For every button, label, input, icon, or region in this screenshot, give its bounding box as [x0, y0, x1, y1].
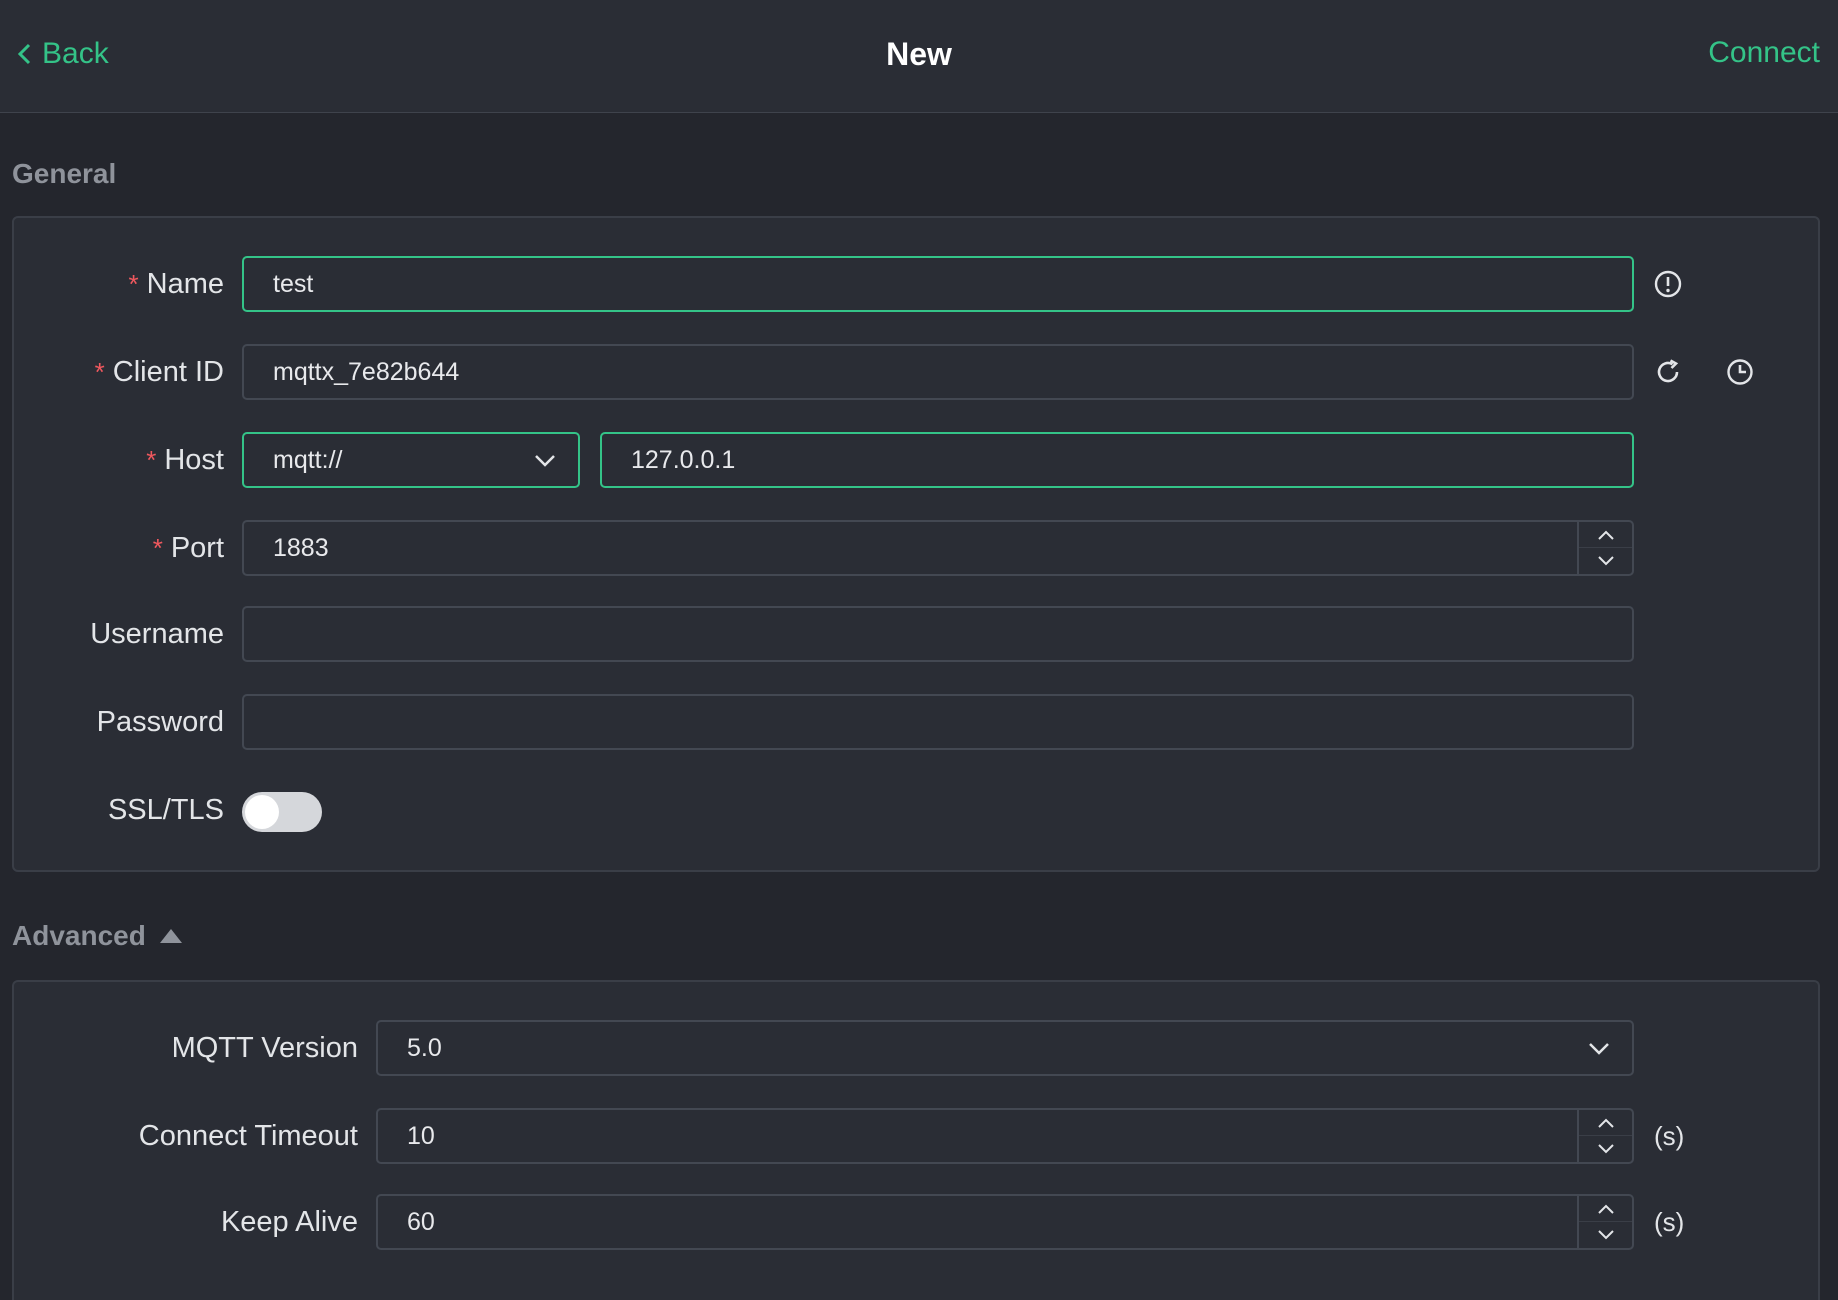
- chevron-up-icon: [1597, 1118, 1614, 1128]
- keep-alive-unit: (s): [1654, 1207, 1685, 1237]
- port-increment-button[interactable]: [1579, 522, 1632, 548]
- connect-timeout-decrement-button[interactable]: [1579, 1136, 1632, 1162]
- keep-alive-stepper: [1577, 1196, 1632, 1248]
- chevron-down-icon: [1597, 1144, 1614, 1154]
- connect-timeout-row: Connect Timeout 10 (s): [14, 1108, 1818, 1164]
- mqtt-version-row: MQTT Version 5.0: [14, 1020, 1818, 1076]
- host-row: * Host mqtt:// 127.0.0.1: [14, 432, 1818, 488]
- connect-button[interactable]: Connect: [1708, 36, 1820, 70]
- host-label: * Host: [146, 444, 224, 476]
- connect-timeout-input[interactable]: 10: [376, 1108, 1634, 1164]
- client-id-row: * Client ID mqttx_7e82b644: [14, 344, 1818, 400]
- chevron-up-icon: [1597, 1204, 1614, 1214]
- keep-alive-row: Keep Alive 60 (s): [14, 1194, 1818, 1250]
- connect-timeout-increment-button[interactable]: [1579, 1110, 1632, 1136]
- general-section-title: General: [12, 158, 116, 190]
- name-row: * Name test: [14, 256, 1818, 312]
- connect-timeout-value: 10: [407, 1122, 435, 1150]
- keep-alive-decrement-button[interactable]: [1579, 1222, 1632, 1248]
- chevron-down-icon: [1597, 1230, 1614, 1240]
- mqtt-version-select[interactable]: 5.0: [376, 1020, 1634, 1076]
- protocol-select[interactable]: mqtt://: [242, 432, 580, 488]
- port-value: 1883: [273, 534, 329, 562]
- keep-alive-label: Keep Alive: [220, 1206, 358, 1238]
- info-icon[interactable]: [1652, 268, 1684, 300]
- connect-timeout-stepper: [1577, 1110, 1632, 1162]
- caret-up-icon: [159, 929, 182, 943]
- general-title-text: General: [12, 158, 117, 189]
- advanced-section-toggle[interactable]: Advanced: [12, 920, 182, 952]
- history-icon[interactable]: [1724, 356, 1756, 388]
- host-input[interactable]: 127.0.0.1: [600, 432, 1634, 488]
- ssl-toggle[interactable]: [242, 792, 322, 832]
- client-id-label: * Client ID: [94, 356, 224, 388]
- chevron-down-icon: [1597, 556, 1614, 566]
- password-label: Password: [96, 706, 224, 738]
- username-label: Username: [90, 618, 224, 650]
- chevron-down-icon: [535, 455, 555, 467]
- name-label: * Name: [128, 268, 224, 300]
- mqtt-version-value: 5.0: [407, 1034, 442, 1062]
- ssl-label: SSL/TLS: [107, 794, 224, 826]
- port-input[interactable]: 1883: [242, 520, 1634, 576]
- port-decrement-button[interactable]: [1579, 548, 1632, 574]
- port-label: * Port: [152, 532, 224, 564]
- keep-alive-value: 60: [407, 1208, 435, 1236]
- client-id-input[interactable]: mqttx_7e82b644: [242, 344, 1634, 400]
- chevron-up-icon: [1597, 530, 1614, 540]
- password-input[interactable]: [242, 694, 1634, 750]
- connect-timeout-label: Connect Timeout: [138, 1120, 358, 1152]
- advanced-title-text: Advanced: [12, 920, 146, 951]
- toggle-knob: [245, 795, 279, 829]
- general-panel: * Name test * Client ID mqttx_7e82b644 * Ho…: [12, 216, 1820, 872]
- username-row: Username: [14, 606, 1818, 662]
- chevron-down-icon: [1589, 1043, 1609, 1055]
- username-input[interactable]: [242, 606, 1634, 662]
- name-input[interactable]: test: [242, 256, 1634, 312]
- top-bar: Back New Connect: [0, 0, 1838, 113]
- port-stepper: [1577, 522, 1632, 574]
- ssl-row: SSL/TLS: [14, 782, 1818, 838]
- keep-alive-increment-button[interactable]: [1579, 1196, 1632, 1222]
- protocol-value: mqtt://: [273, 446, 343, 474]
- password-row: Password: [14, 694, 1818, 750]
- advanced-panel: MQTT Version 5.0 Connect Timeout 10 (s) …: [12, 980, 1820, 1300]
- page-title: New: [886, 36, 952, 72]
- port-row: * Port 1883: [14, 520, 1818, 576]
- keep-alive-input[interactable]: 60: [376, 1194, 1634, 1250]
- mqtt-version-label: MQTT Version: [171, 1032, 358, 1064]
- connect-timeout-unit: (s): [1654, 1121, 1685, 1151]
- refresh-icon[interactable]: [1652, 356, 1684, 388]
